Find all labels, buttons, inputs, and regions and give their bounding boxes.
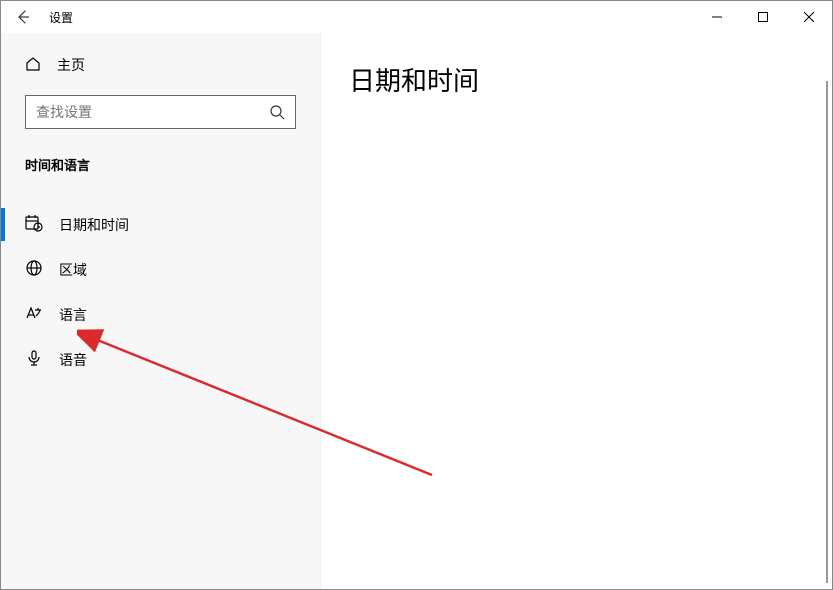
calendar-clock-icon <box>25 214 43 235</box>
search-box[interactable] <box>25 95 296 129</box>
search-icon <box>269 104 285 120</box>
nav-item-label: 区域 <box>59 260 87 280</box>
nav-item-language[interactable]: 语言 <box>1 292 320 337</box>
language-icon <box>25 304 43 325</box>
search-input[interactable] <box>36 104 269 120</box>
settings-window: 设置 主页 <box>0 0 833 590</box>
back-button[interactable] <box>1 1 45 33</box>
globe-icon <box>25 259 43 280</box>
section-title: 时间和语言 <box>1 137 320 182</box>
minimize-button[interactable] <box>694 1 740 33</box>
nav-list: 日期和时间 区域 <box>1 202 320 382</box>
nav-item-label: 语音 <box>59 350 87 370</box>
page-title: 日期和时间 <box>349 61 832 98</box>
scrollbar[interactable] <box>826 81 828 583</box>
sidebar: 主页 时间和语言 <box>1 33 321 589</box>
maximize-button[interactable] <box>740 1 786 33</box>
nav-item-label: 语言 <box>59 305 87 325</box>
body-area: 主页 时间和语言 <box>1 33 832 589</box>
home-link[interactable]: 主页 <box>1 47 320 83</box>
microphone-icon <box>25 349 43 370</box>
titlebar: 设置 <box>1 1 832 33</box>
home-icon <box>25 56 41 75</box>
nav-item-label: 日期和时间 <box>59 215 129 235</box>
window-title: 设置 <box>49 9 73 26</box>
close-button[interactable] <box>786 1 832 33</box>
home-label: 主页 <box>57 55 85 75</box>
nav-item-region[interactable]: 区域 <box>1 247 320 292</box>
nav-item-speech[interactable]: 语音 <box>1 337 320 382</box>
window-controls <box>694 1 832 33</box>
content-area: 日期和时间 <box>321 33 832 589</box>
nav-item-datetime[interactable]: 日期和时间 <box>1 202 320 247</box>
